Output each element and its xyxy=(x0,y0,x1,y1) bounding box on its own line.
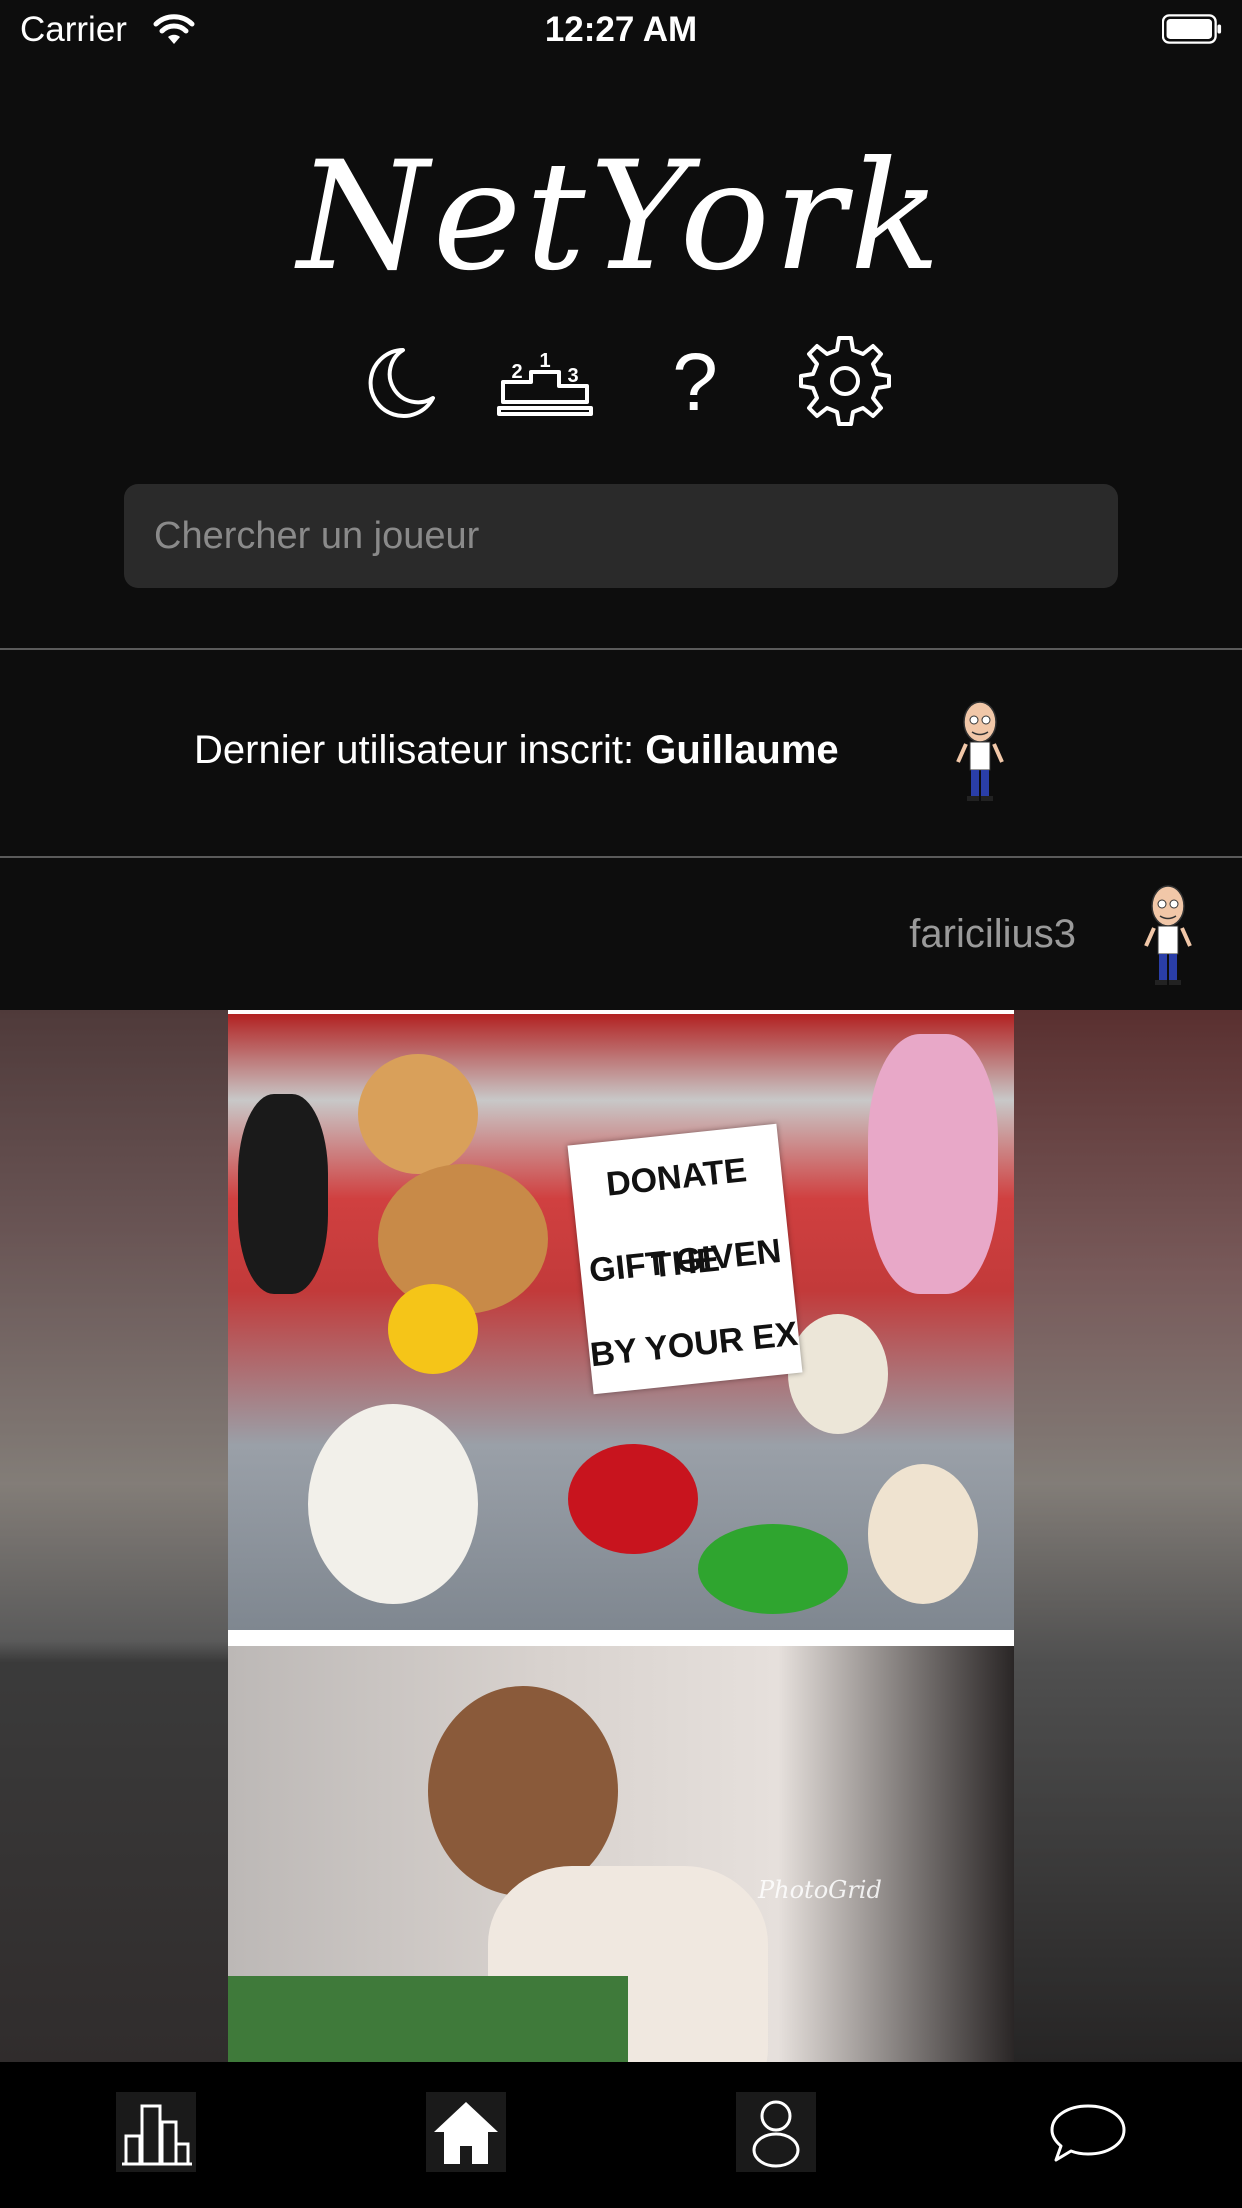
post-author[interactable]: faricilius3 xyxy=(909,912,1076,957)
last-registered-label: Dernier utilisateur inscrit: xyxy=(194,728,646,772)
avatar[interactable] xyxy=(1140,884,1196,988)
tab-bar xyxy=(0,2062,1242,2208)
clock: 12:27 AM xyxy=(544,10,698,49)
last-registered-user: Dernier utilisateur inscrit: Guillaume xyxy=(194,728,839,773)
player-search-input[interactable] xyxy=(124,484,1118,588)
post-image[interactable]: DONATE THE GIFT GIVEN BY YOUR EX PhotoGr… xyxy=(228,1010,1014,2062)
floor xyxy=(228,1976,628,2062)
child-head xyxy=(428,1686,618,1896)
toolbar: 2 1 3 ? xyxy=(0,330,1242,430)
plush-toy xyxy=(868,1464,978,1604)
mickey-toy xyxy=(238,1094,328,1294)
moon-icon[interactable] xyxy=(345,330,445,430)
blurred-background-right xyxy=(1014,1010,1242,2062)
minnie-toy xyxy=(868,1034,998,1294)
avatar[interactable] xyxy=(952,700,1008,804)
teddy-bear xyxy=(378,1164,548,1314)
emoji-pillow xyxy=(388,1284,478,1374)
battery-icon xyxy=(1162,14,1222,44)
help-icon[interactable]: ? xyxy=(645,330,745,430)
photogrid-watermark: PhotoGrid xyxy=(758,1876,882,1904)
help-glyph: ? xyxy=(672,337,718,428)
teddy-bear xyxy=(358,1054,478,1174)
heart-pillow xyxy=(568,1444,698,1554)
photo-bottom-panel: PhotoGrid xyxy=(228,1646,1014,2062)
divider xyxy=(0,856,1242,858)
status-bar: Carrier 12:27 AM xyxy=(0,0,1242,62)
blurred-background-left xyxy=(0,1010,228,2062)
city-icon[interactable] xyxy=(116,2092,196,2172)
photo-top-panel: DONATE THE GIFT GIVEN BY YOUR EX xyxy=(228,1014,1014,1630)
post-image-area[interactable]: DONATE THE GIFT GIVEN BY YOUR EX PhotoGr… xyxy=(0,1010,1242,2062)
chat-icon[interactable] xyxy=(1048,2092,1128,2172)
podium-first-label: 1 xyxy=(539,350,550,372)
profile-icon[interactable] xyxy=(736,2092,816,2172)
donation-sign: DONATE THE GIFT GIVEN BY YOUR EX xyxy=(567,1123,803,1395)
app-logo: NetYork xyxy=(297,130,945,304)
white-bear xyxy=(308,1404,478,1604)
podium-second-label: 2 xyxy=(511,361,522,383)
gear-icon[interactable] xyxy=(795,330,895,430)
podium-third-label: 3 xyxy=(567,365,578,387)
last-registered-username[interactable]: Guillaume xyxy=(645,728,838,772)
home-icon[interactable] xyxy=(426,2092,506,2172)
divider xyxy=(0,648,1242,650)
frog-toy xyxy=(698,1524,848,1614)
plush-toy xyxy=(788,1314,888,1434)
podium-icon[interactable]: 2 1 3 xyxy=(495,330,595,430)
